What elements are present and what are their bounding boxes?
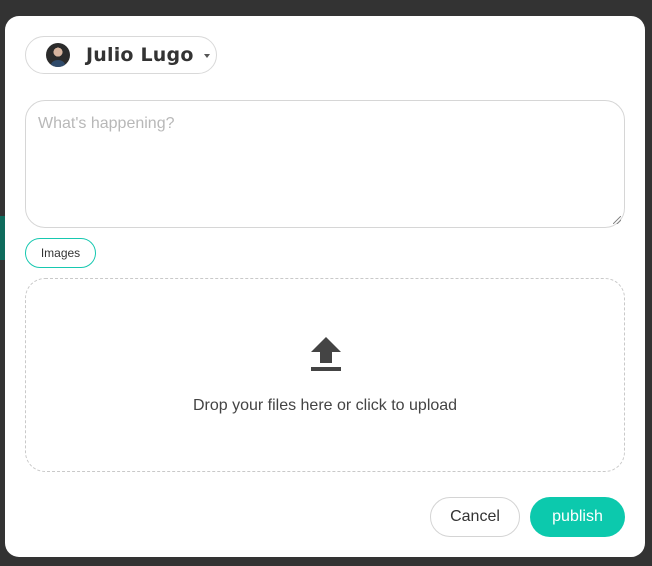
user-name: Julio Lugo <box>86 44 194 66</box>
dropzone-text: Drop your files here or click to upload <box>192 397 458 414</box>
post-text-input[interactable] <box>26 101 624 227</box>
post-composer-modal: Julio Lugo Images Drop your files here o… <box>5 16 645 557</box>
post-text-container <box>25 100 625 228</box>
publish-button[interactable]: publish <box>530 497 625 537</box>
avatar <box>46 43 70 67</box>
account-selector[interactable]: Julio Lugo <box>25 36 217 74</box>
tab-images[interactable]: Images <box>25 238 96 268</box>
file-dropzone[interactable]: Drop your files here or click to upload <box>25 278 625 472</box>
cancel-button[interactable]: Cancel <box>430 497 520 537</box>
resize-handle-icon[interactable] <box>613 216 621 224</box>
caret-down-icon <box>203 54 210 58</box>
modal-backdrop: Julio Lugo Images Drop your files here o… <box>0 0 652 566</box>
upload-icon <box>311 337 341 371</box>
